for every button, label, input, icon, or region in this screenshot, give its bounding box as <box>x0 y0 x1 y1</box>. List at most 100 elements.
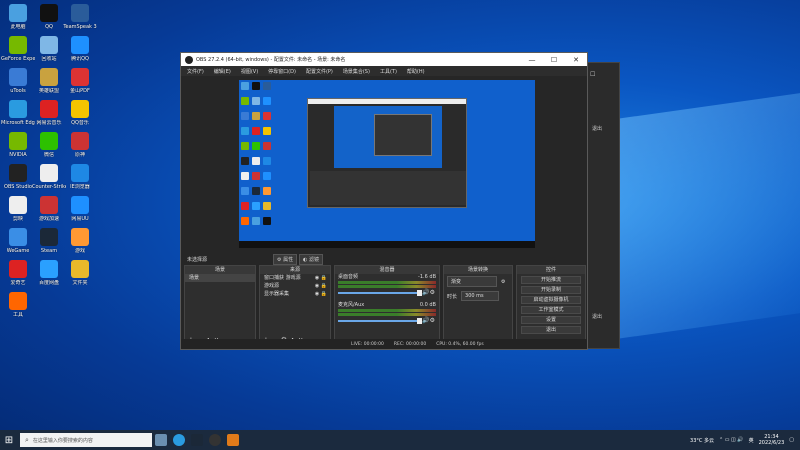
notification-icon[interactable]: ▢ <box>789 437 794 443</box>
virtual-camera-button[interactable]: 启动虚拟摄像机 <box>521 296 581 304</box>
desktop-icon[interactable]: uTools <box>1 68 35 94</box>
windows-start-icon[interactable]: ⊞ <box>0 430 18 450</box>
desktop-icon[interactable]: NVIDIA <box>1 132 35 158</box>
app-icon <box>40 100 58 118</box>
sources-dock: 来源 窗口捕获 游戏源◉ 🔒 游戏源◉ 🔒 显示器采集◉ 🔒 +−⚙∧∨ <box>259 265 331 347</box>
volume-meter <box>338 285 436 288</box>
app-icon <box>40 228 58 246</box>
bg-maximize-icon[interactable]: ☐ <box>590 71 595 78</box>
task-view-icon[interactable] <box>155 434 167 446</box>
desktop-icon[interactable]: Steam <box>32 228 66 254</box>
desktop-icon[interactable]: 回收站 <box>32 36 66 62</box>
live-status: LIVE: 00:00:00 <box>351 341 384 347</box>
desktop-icon[interactable]: QQ音乐 <box>63 100 97 126</box>
desktop-icon[interactable]: 剪映 <box>1 196 35 222</box>
title-bar[interactable]: OBS 27.2.4 (64-bit, windows) - 配置文件: 未命名… <box>181 53 587 66</box>
app-icon <box>9 68 27 86</box>
volume-meter <box>338 313 436 316</box>
menu-view[interactable]: 视图(V) <box>241 68 258 75</box>
ime-indicator[interactable]: 英 <box>749 437 754 444</box>
obs-window: OBS 27.2.4 (64-bit, windows) - 配置文件: 未命名… <box>180 52 588 350</box>
menu-profile[interactable]: 配置文件(P) <box>306 68 333 75</box>
app-icon <box>71 228 89 246</box>
minimize-button[interactable]: — <box>521 56 543 64</box>
volume-slider[interactable]: 🔊⚙ <box>338 289 436 296</box>
tray-icons[interactable]: ⌃ ▭ ◫ 🔊 <box>719 437 744 443</box>
desktop-icon[interactable]: OBS Studio <box>1 164 35 190</box>
menu-tools[interactable]: 工具(T) <box>380 68 397 75</box>
settings-button[interactable]: 设置 <box>521 316 581 324</box>
menu-edit[interactable]: 编辑(E) <box>214 68 231 75</box>
app-icon <box>9 292 27 310</box>
menu-help[interactable]: 帮助(H) <box>407 68 425 75</box>
desktop-icon[interactable]: 此电脑 <box>1 4 35 30</box>
desktop-icon[interactable]: WeGame <box>1 228 35 254</box>
obs-taskbar-icon[interactable] <box>209 434 221 446</box>
preview-canvas[interactable] <box>239 80 535 248</box>
app-icon <box>40 68 58 86</box>
desktop-icon[interactable]: 游戏 <box>63 228 97 254</box>
start-recording-button[interactable]: 开始录制 <box>521 286 581 294</box>
menu-file[interactable]: 文件(F) <box>187 68 204 75</box>
app-icon <box>9 260 27 278</box>
gear-icon[interactable]: ⚙ <box>501 279 505 285</box>
desktop-icon[interactable]: 百度网盘 <box>32 260 66 286</box>
app-icon <box>71 196 89 214</box>
desktop-icon[interactable]: QQ <box>32 4 66 30</box>
volume-slider[interactable]: 🔊⚙ <box>338 317 436 324</box>
start-streaming-button[interactable]: 开始推流 <box>521 276 581 284</box>
app-icon <box>71 100 89 118</box>
weather-text[interactable]: 33°C 多云 <box>690 437 714 444</box>
menu-bar: 文件(F) 编辑(E) 视图(V) 停靠窗口(D) 配置文件(P) 场景集合(S… <box>181 66 587 76</box>
desktop-icon[interactable]: 游戏加速 <box>32 196 66 222</box>
desktop-icon[interactable]: IE浏览器 <box>63 164 97 190</box>
desktop-icon[interactable]: GeForce Experience <box>1 36 35 62</box>
bg-exit-label-2[interactable]: 退出 <box>592 313 602 320</box>
source-item[interactable]: 显示器采集 ◉ 🔒 <box>260 290 330 298</box>
desktop-icon[interactable]: 文件夹 <box>63 260 97 286</box>
maximize-button[interactable]: ☐ <box>543 56 565 64</box>
duration-input[interactable]: 300 ms <box>461 291 500 301</box>
background-window[interactable]: ☐ 退出 退出 <box>585 62 620 349</box>
app-taskbar-icon[interactable] <box>227 434 239 446</box>
transition-select[interactable]: 渐变 <box>447 276 497 287</box>
close-button[interactable]: ✕ <box>565 56 587 64</box>
properties-button[interactable]: ⚙ 属性 <box>273 254 298 265</box>
mixer-header: 混音器 <box>335 266 439 274</box>
visibility-icon: ◉ 🔒 <box>314 283 327 289</box>
app-icon <box>9 4 27 22</box>
app-icon <box>71 132 89 150</box>
edge-icon[interactable] <box>173 434 185 446</box>
transitions-header: 场景转换 <box>444 266 512 274</box>
desktop-icon[interactable]: 英雄联盟 <box>32 68 66 94</box>
app-icon <box>9 36 27 54</box>
source-item[interactable]: 窗口捕获 游戏源 ◉ 🔒 <box>260 274 330 282</box>
bg-exit-label[interactable]: 退出 <box>592 125 602 132</box>
preview-desktop-icons <box>239 80 279 240</box>
menu-scene-collection[interactable]: 场景集合(S) <box>343 68 370 75</box>
desktop-icon[interactable]: 工具 <box>1 292 35 318</box>
source-item[interactable]: 游戏源 ◉ 🔒 <box>260 282 330 290</box>
desktop-icon[interactable]: 爱奇艺 <box>1 260 35 286</box>
desktop-icon[interactable]: Counter-Strike <box>32 164 66 190</box>
system-tray: 33°C 多云 ⌃ ▭ ◫ 🔊 英 21:34 2022/6/23 ▢ <box>690 434 800 446</box>
desktop-icon[interactable]: 微信 <box>32 132 66 158</box>
desktop-icon[interactable]: 网易UU <box>63 196 97 222</box>
clock[interactable]: 21:34 2022/6/23 <box>759 434 785 446</box>
desktop-icon[interactable]: 金山PDF <box>63 68 97 94</box>
desktop-icon[interactable]: Microsoft Edge <box>1 100 35 126</box>
exit-button[interactable]: 退出 <box>521 326 581 334</box>
menu-docks[interactable]: 停靠窗口(D) <box>268 68 296 75</box>
studio-mode-button[interactable]: 工作室模式 <box>521 306 581 314</box>
app-icon <box>40 4 58 22</box>
desktop-icon[interactable]: 原神 <box>63 132 97 158</box>
desktop-icon[interactable]: TeamSpeak 3 <box>63 4 97 30</box>
desktop-icon[interactable]: 腾讯QQ <box>63 36 97 62</box>
steam-icon[interactable] <box>191 434 203 446</box>
desktop-icon[interactable]: 网易云音乐 <box>32 100 66 126</box>
filters-button[interactable]: ◐ 滤镜 <box>299 254 323 265</box>
scene-item[interactable]: 场景 <box>185 274 255 282</box>
app-icon <box>40 260 58 278</box>
cpu-status: CPU: 0.4%, 60.00 fps <box>436 341 484 347</box>
taskbar-search[interactable]: ⌕ 在这里输入你要搜索的内容 <box>20 433 152 447</box>
